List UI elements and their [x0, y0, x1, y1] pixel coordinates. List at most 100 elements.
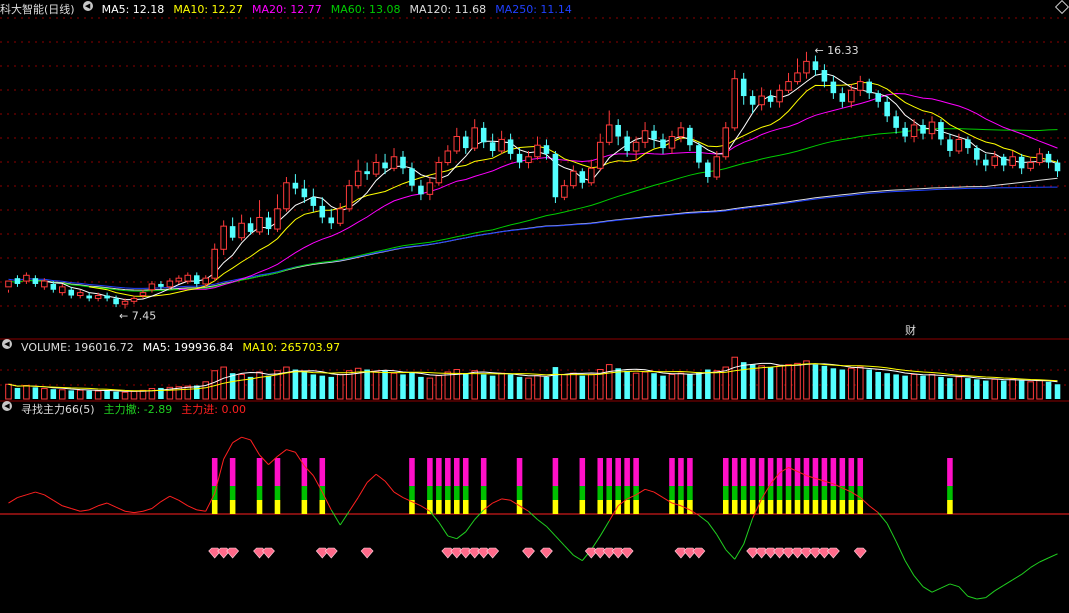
indicator-line-segment — [716, 534, 727, 550]
volume-bar — [794, 362, 801, 400]
signal-bar-segment — [687, 458, 693, 486]
indicator-line-segment — [115, 506, 126, 512]
candle-body — [605, 124, 613, 143]
signal-bar-segment — [803, 458, 810, 486]
volume-bar — [184, 385, 192, 400]
volume-bar — [86, 390, 92, 399]
volume-bar — [76, 389, 84, 400]
candle-body — [641, 130, 649, 143]
volume-bar — [1027, 381, 1034, 400]
candle-body — [947, 139, 953, 151]
indicator-line-segment — [967, 595, 977, 600]
indicator-line-segment — [492, 498, 502, 504]
signal-bar-segment — [857, 500, 864, 514]
signal-bar-segment — [274, 500, 281, 514]
volume-bar — [130, 390, 138, 400]
signal-bar-segment — [669, 486, 675, 500]
indicator-line-segment — [1048, 553, 1058, 559]
volume-bar — [866, 369, 873, 399]
volume-bar — [516, 376, 523, 399]
signal-bar-segment — [615, 458, 621, 486]
signal-bar-segment — [633, 500, 639, 514]
volume-bar — [292, 369, 299, 399]
candle-body — [705, 162, 711, 177]
candle-body — [920, 124, 926, 134]
signal-bar-segment — [462, 486, 469, 500]
indicator-line-segment — [573, 554, 583, 562]
indicator-line-segment — [456, 531, 467, 540]
signal-bar-segment — [274, 458, 281, 486]
signal-bar-segment — [436, 486, 442, 500]
volume-ma5-line — [8, 362, 1058, 392]
candle-body — [525, 156, 532, 164]
volume-bar — [991, 378, 999, 400]
indicator-line-segment — [922, 586, 933, 593]
indicator-line-segment — [465, 519, 476, 533]
indicator-line-segment — [985, 590, 996, 599]
volume-bar — [579, 375, 586, 399]
signal-bar-segment — [552, 486, 559, 500]
signal-bar-segment — [776, 500, 783, 514]
indicator-line-segment — [232, 436, 242, 444]
volume-bar — [193, 385, 200, 399]
candle-body — [991, 156, 999, 166]
indicator-line-segment — [357, 482, 368, 498]
indicator-line-segment — [474, 509, 485, 520]
indicator-line-segment — [698, 514, 709, 523]
candle-body — [202, 277, 210, 285]
indicator-line-segment — [1039, 557, 1049, 563]
candle-body — [471, 127, 478, 149]
signal-bar-segment — [767, 500, 774, 514]
signal-bar-segment — [480, 458, 487, 486]
volume-legend-item-2: MA10: 265703.97 — [242, 341, 341, 354]
signal-bar-segment — [301, 486, 308, 500]
signal-bar-segment — [947, 486, 953, 500]
candle-body — [220, 225, 227, 250]
indicator-line-segment — [106, 502, 117, 508]
candle-body — [59, 286, 66, 294]
indicator-line-segment — [241, 436, 251, 441]
signal-bar-segment — [319, 458, 326, 486]
signal-bar-segment — [812, 486, 819, 500]
collapse-toggle-icon[interactable]: ◀ — [2, 339, 12, 349]
candle-body — [1036, 153, 1043, 164]
indicator-line-segment — [196, 509, 206, 512]
candle-body — [86, 295, 92, 299]
signal-bar-segment — [454, 486, 460, 500]
volume-bar — [928, 373, 936, 400]
candle-body — [749, 96, 756, 105]
stock-chart-window: ← 16.33 ← 7.45 财 科大智能(日线) ◀ MA5: 12.18 MA10… — [0, 0, 1069, 613]
indicator-line-segment — [169, 495, 180, 501]
volume-bar — [400, 374, 406, 399]
diamond-gem-icon — [620, 547, 634, 559]
indicator-line-segment — [223, 442, 234, 460]
collapse-toggle-icon[interactable]: ◀ — [2, 401, 12, 411]
volume-bar — [390, 372, 398, 400]
candle-body — [687, 127, 693, 146]
volume-bar — [651, 373, 657, 399]
signal-bar-segment — [427, 486, 433, 500]
candle-body — [624, 136, 630, 151]
signal-bar-segment — [445, 500, 451, 514]
volume-bar — [561, 373, 568, 400]
signal-bar-segment — [785, 500, 792, 514]
candle-body — [974, 148, 980, 160]
signal-bar-segment — [454, 458, 460, 486]
volume-bar — [68, 390, 75, 399]
signal-bar-segment — [615, 500, 621, 514]
candle-body — [561, 185, 568, 198]
signal-bar-segment — [758, 458, 765, 486]
candle-body — [104, 295, 110, 299]
volume-bar — [59, 389, 66, 400]
volume-bar — [418, 376, 424, 399]
volume-legend-item-0: VOLUME: 196016.72 — [21, 341, 134, 354]
collapse-toggle-icon[interactable]: ◀ — [82, 1, 93, 11]
volume-bar — [1054, 384, 1061, 399]
candle-body — [677, 127, 685, 138]
indicator-line-segment — [384, 480, 395, 493]
volume-bar — [310, 374, 317, 399]
signal-bar-segment — [731, 500, 738, 514]
ma-legend-item-5: MA250: 11.14 — [495, 3, 572, 16]
signal-bar-segment — [633, 486, 639, 500]
candle-body — [534, 144, 541, 158]
